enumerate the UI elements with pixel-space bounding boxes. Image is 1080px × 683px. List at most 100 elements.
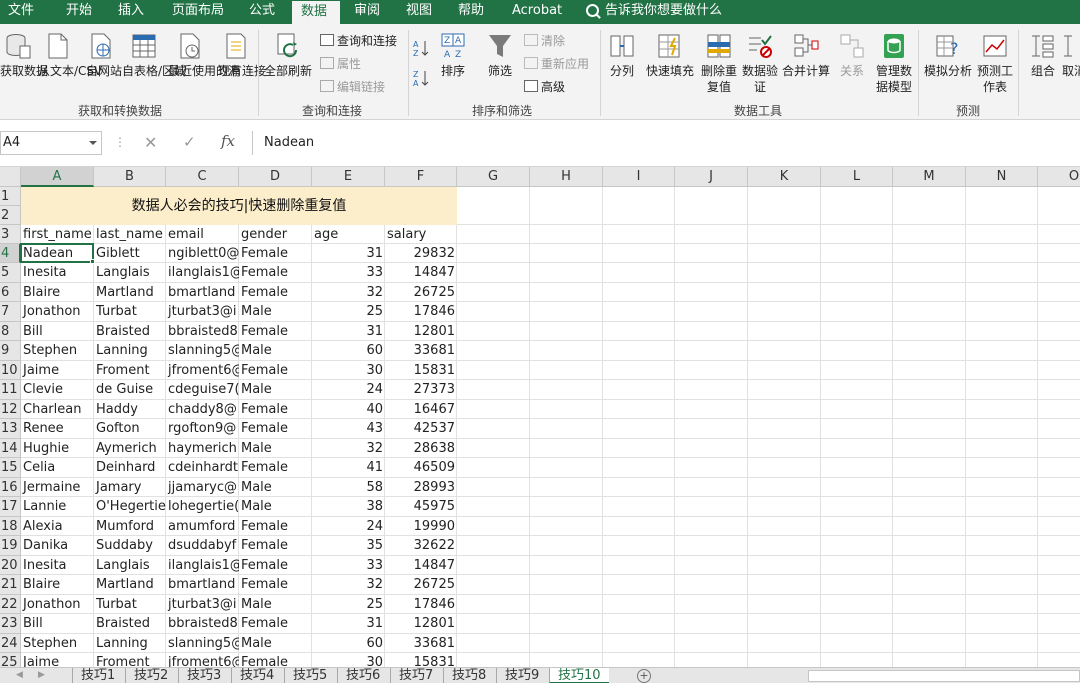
table-cell[interactable]: Martland [94, 575, 166, 594]
table-cell[interactable]: jjamaryc@ [166, 478, 239, 497]
row-header-9[interactable]: 9 [0, 341, 21, 361]
sort-ascending-button[interactable]: AZ [412, 38, 432, 62]
table-cell[interactable]: Suddaby [94, 536, 166, 555]
table-cell[interactable]: Clevie [21, 380, 94, 399]
refresh-all-button[interactable]: 全部刷新 [262, 32, 314, 79]
row-header-17[interactable]: 17 [0, 497, 21, 517]
insert-function-icon[interactable]: fx [221, 132, 235, 150]
advanced-filter-button[interactable]: 高级 [524, 79, 565, 95]
worksheet-grid[interactable]: 数据人必会的技巧|快速删除重复值 A B C D E F G H I J K L M N O 1 2 3 4 5 6 7 8 9… [0, 167, 1080, 667]
sheet-tab-2[interactable]: 技巧2 [125, 668, 178, 683]
table-cell[interactable]: 32 [312, 575, 385, 594]
table-cell[interactable]: Female [239, 244, 312, 263]
row-header-23[interactable]: 23 [0, 614, 21, 634]
table-cell[interactable]: 46509 [385, 458, 457, 477]
table-cell[interactable]: Male [239, 497, 312, 516]
table-cell[interactable]: 31 [312, 244, 385, 263]
table-cell[interactable]: Charlean [21, 400, 94, 419]
table-cell[interactable]: Female [239, 419, 312, 438]
table-cell[interactable]: bbraisted8 [166, 322, 239, 341]
table-cell[interactable]: 24 [312, 517, 385, 536]
table-cell[interactable]: Froment [94, 653, 166, 667]
row-header-8[interactable]: 8 [0, 322, 21, 341]
table-cell[interactable]: 12801 [385, 322, 457, 341]
table-cell[interactable]: Froment [94, 361, 166, 380]
table-cell[interactable]: Female [239, 283, 312, 302]
tab-home[interactable]: 开始 [66, 0, 92, 24]
table-cell[interactable]: Turbat [94, 302, 166, 321]
table-cell[interactable]: 30 [312, 653, 385, 667]
table-cell[interactable]: 17846 [385, 595, 457, 614]
table-cell[interactable]: ilanglais1@ [166, 263, 239, 282]
column-header-n[interactable]: N [966, 167, 1038, 187]
table-cell[interactable]: Female [239, 536, 312, 555]
table-cell[interactable]: Giblett [94, 244, 166, 263]
column-header-m[interactable]: M [893, 167, 966, 187]
row-header-12[interactable]: 12 [0, 400, 21, 419]
sheet-tab-6[interactable]: 技巧6 [337, 668, 390, 683]
header-cell[interactable]: gender [239, 225, 312, 244]
table-cell[interactable]: 28993 [385, 478, 457, 497]
table-cell[interactable]: Female [239, 458, 312, 477]
row-header-3[interactable]: 3 [0, 225, 21, 244]
table-cell[interactable]: 42537 [385, 419, 457, 438]
forecast-sheet-button[interactable]: 预测工作表 [976, 32, 1014, 95]
table-cell[interactable]: 29832 [385, 244, 457, 263]
table-cell[interactable]: Lannie [21, 497, 94, 516]
table-cell[interactable]: lohegertie( [166, 497, 239, 516]
tab-review[interactable]: 审阅 [354, 0, 380, 24]
text-to-columns-button[interactable]: 分列 [606, 32, 638, 79]
row-header-2[interactable]: 2 [0, 206, 21, 225]
column-header-j[interactable]: J [675, 167, 748, 187]
fill-handle[interactable] [90, 259, 95, 264]
queries-connections-button[interactable]: 查询和连接 [320, 33, 397, 49]
table-cell[interactable]: Stephen [21, 634, 94, 653]
get-data-button[interactable]: 获取数据 [0, 32, 48, 79]
table-cell[interactable]: 32622 [385, 536, 457, 555]
column-header-k[interactable]: K [748, 167, 821, 187]
flash-fill-button[interactable]: 快速填充 [644, 32, 696, 79]
table-cell[interactable]: cdeinhardt [166, 458, 239, 477]
table-cell[interactable]: 15831 [385, 653, 457, 667]
table-cell[interactable]: O'Hegertie [94, 497, 166, 516]
table-cell[interactable]: Female [239, 556, 312, 575]
column-header-g[interactable]: G [457, 167, 530, 187]
from-web-button[interactable]: 自网站 [86, 32, 122, 79]
table-cell[interactable]: 60 [312, 341, 385, 360]
table-cell[interactable]: 26725 [385, 575, 457, 594]
select-all-corner[interactable] [0, 167, 21, 187]
table-cell[interactable]: 38 [312, 497, 385, 516]
next-sheet-icon[interactable]: ▶ [38, 670, 45, 680]
table-cell[interactable]: Jaime [21, 653, 94, 667]
table-cell[interactable]: 19990 [385, 517, 457, 536]
table-cell[interactable]: Martland [94, 283, 166, 302]
table-cell[interactable]: 41 [312, 458, 385, 477]
tab-formulas[interactable]: 公式 [249, 0, 275, 24]
table-cell[interactable]: Inesita [21, 263, 94, 282]
row-header-7[interactable]: 7 [0, 302, 21, 322]
table-cell[interactable]: 33 [312, 263, 385, 282]
table-cell[interactable]: 58 [312, 478, 385, 497]
table-cell[interactable]: ngiblett0@ [166, 244, 239, 263]
table-cell[interactable]: Jermaine [21, 478, 94, 497]
recent-sources-button[interactable]: 最近使用的源 [168, 32, 240, 79]
table-cell[interactable]: bbraisted8 [166, 614, 239, 633]
table-cell[interactable]: Gofton [94, 419, 166, 438]
tab-data[interactable]: 数据 [292, 1, 340, 24]
column-header-f[interactable]: F [385, 167, 457, 187]
header-cell[interactable]: last_name [94, 225, 166, 244]
table-cell[interactable]: Deinhard [94, 458, 166, 477]
tab-page-layout[interactable]: 页面布局 [172, 0, 224, 24]
table-cell[interactable]: 24 [312, 380, 385, 399]
what-if-analysis-button[interactable]: ? 模拟分析 [922, 32, 974, 79]
header-cell[interactable]: first_name [21, 225, 94, 244]
formula-input[interactable]: Nadean [252, 131, 1080, 155]
table-cell[interactable]: dsuddabyf [166, 536, 239, 555]
table-cell[interactable]: Lanning [94, 341, 166, 360]
table-cell[interactable]: 45975 [385, 497, 457, 516]
table-cell[interactable]: Bill [21, 322, 94, 341]
row-header-1[interactable]: 1 [0, 187, 21, 206]
table-cell[interactable]: 14847 [385, 556, 457, 575]
column-header-h[interactable]: H [530, 167, 603, 187]
table-cell[interactable]: Langlais [94, 263, 166, 282]
